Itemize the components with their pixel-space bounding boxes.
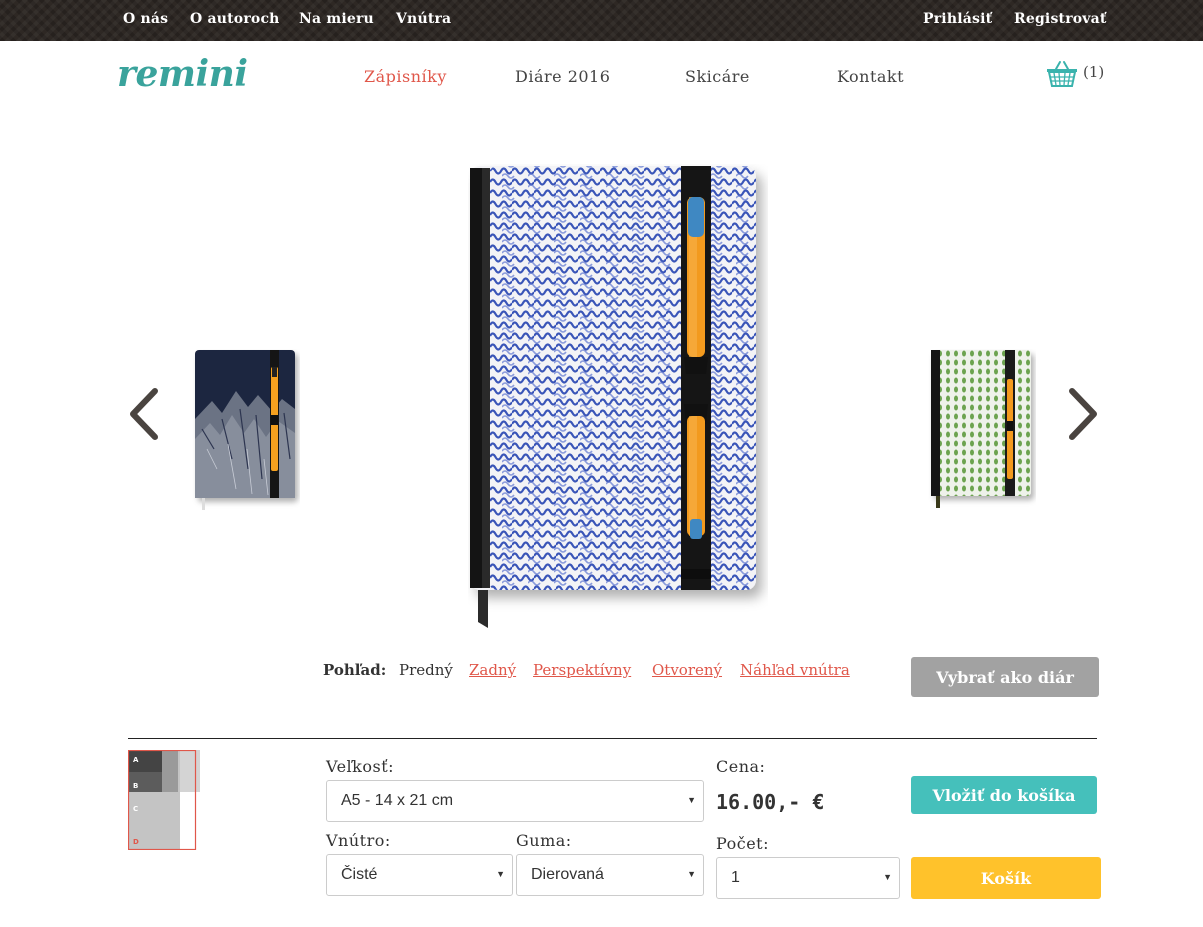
inner-select[interactable]: Čisté ▼: [326, 854, 513, 896]
quantity-select-value: 1: [731, 869, 740, 886]
topbar-link-inside[interactable]: Vnútra: [396, 11, 451, 27]
view-inside-link[interactable]: Náhľad vnútra: [740, 661, 850, 679]
topbar-link-authors[interactable]: O autoroch: [190, 11, 280, 27]
nav-item-sketchbooks[interactable]: Skicáre: [685, 67, 750, 86]
view-front: Predný: [399, 661, 453, 679]
register-link[interactable]: Registrovať: [1014, 11, 1107, 27]
add-to-cart-button[interactable]: Vložiť do košíka: [911, 776, 1097, 814]
divider: [128, 738, 1097, 739]
inner-label: Vnútro:: [326, 831, 391, 850]
quantity-label: Počet:: [716, 834, 769, 853]
notebook-main-image: [470, 166, 756, 628]
band-select[interactable]: Dierovaná ▼: [516, 854, 704, 896]
topbar-link-about[interactable]: O nás: [123, 11, 168, 27]
topbar-link-custom[interactable]: Na mieru: [299, 11, 374, 27]
size-letter-a: A: [133, 756, 139, 764]
basket-icon: [1047, 61, 1077, 87]
view-back-link[interactable]: Zadný: [469, 661, 516, 679]
size-select-value: A5 - 14 x 21 cm: [341, 792, 454, 809]
size-letter-c: C: [133, 805, 138, 813]
size-chart-icon: A B C D: [128, 750, 200, 850]
chevron-left-icon[interactable]: [125, 385, 165, 445]
nav-item-diaries[interactable]: Diáre 2016: [515, 67, 610, 86]
quantity-select[interactable]: 1 ▼: [716, 857, 900, 899]
band-select-value: Dierovaná: [531, 866, 604, 883]
login-link[interactable]: Prihlásiť: [923, 11, 992, 27]
caret-down-icon: ▼: [496, 869, 505, 879]
size-letter-d: D: [133, 838, 139, 846]
nav-item-contact[interactable]: Kontakt: [837, 67, 904, 86]
notebook-thumbnail-next[interactable]: [928, 349, 1036, 511]
caret-down-icon: ▼: [687, 795, 696, 805]
cart-link[interactable]: (1): [1046, 60, 1104, 88]
logo[interactable]: remini: [117, 53, 248, 95]
cart-count: (1): [1083, 63, 1105, 81]
price-value: 16.00,- €: [716, 790, 825, 814]
view-open-link[interactable]: Otvorený: [652, 661, 722, 679]
caret-down-icon: ▼: [687, 869, 696, 879]
caret-down-icon: ▼: [883, 872, 892, 882]
view-label: Pohľad:: [323, 661, 387, 679]
chevron-right-icon[interactable]: [1062, 385, 1102, 445]
top-bar: O nás O autoroch Na mieru Vnútra Prihlás…: [0, 0, 1203, 41]
size-letter-b: B: [133, 782, 138, 790]
size-label: Veľkosť:: [326, 757, 395, 776]
size-select[interactable]: A5 - 14 x 21 cm ▼: [326, 780, 704, 822]
view-perspective-link[interactable]: Perspektívny: [533, 661, 631, 679]
price-label: Cena:: [716, 757, 766, 776]
cart-button[interactable]: Košík: [911, 857, 1101, 899]
choose-as-diary-button[interactable]: Vybrať ako diár: [911, 657, 1099, 697]
nav-item-notebooks[interactable]: Zápisníky: [364, 67, 447, 86]
notebook-thumbnail-previous[interactable]: [192, 349, 300, 511]
band-label: Guma:: [516, 831, 572, 850]
inner-select-value: Čisté: [341, 866, 378, 883]
